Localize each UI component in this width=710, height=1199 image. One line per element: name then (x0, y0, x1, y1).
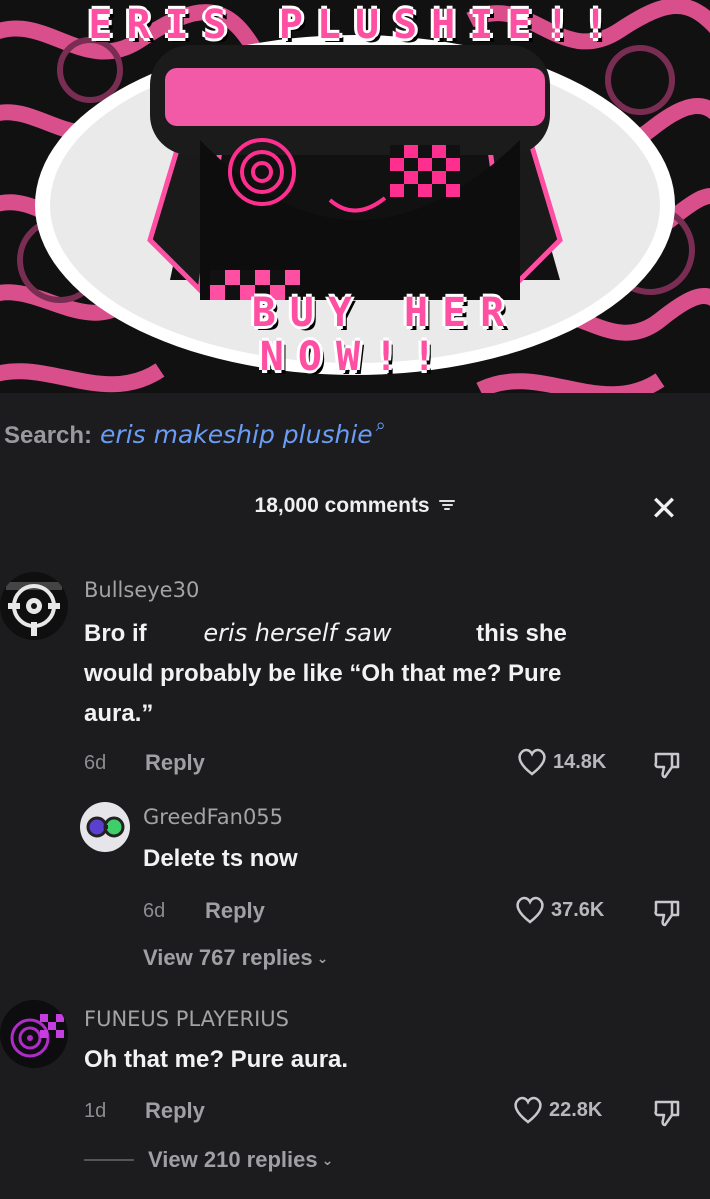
like-button[interactable]: 22.8K (513, 1096, 602, 1124)
avatar[interactable] (0, 572, 68, 640)
heart-icon (514, 1096, 542, 1124)
comments-header: 18,000 comments (0, 494, 710, 518)
chevron-down-icon: ⌄ (321, 1151, 334, 1168)
search-label: Search: (4, 422, 93, 449)
comment-age: 6d (143, 900, 166, 922)
avatar[interactable] (0, 1000, 68, 1068)
view-replies-button[interactable]: View 210 replies ⌄ (84, 1147, 333, 1173)
like-count: 14.8K (553, 750, 607, 773)
search-query-link[interactable]: eris makeship plushie (100, 420, 373, 449)
view-replies-label: View 210 replies (148, 1147, 318, 1172)
heart-icon (518, 748, 546, 776)
banner-cta-line2: NOW!! (259, 334, 451, 380)
promo-banner-image: ERIS PLUSHIE!! BUY HER NOW!! (0, 0, 710, 393)
comment-text: Oh that me? Pure aura. (84, 1046, 349, 1073)
dislike-button[interactable] (652, 750, 682, 785)
reply-button[interactable]: Reply (205, 898, 265, 924)
thread-divider (84, 1159, 134, 1161)
like-count: 37.6K (551, 898, 605, 921)
comment-text: Bro if eris herself saw this she would p… (84, 619, 567, 727)
thumbs-down-icon (654, 1100, 680, 1127)
filter-icon[interactable] (439, 498, 456, 512)
banner-cta-line1: BUY HER (251, 290, 519, 336)
like-button[interactable]: 37.6K (515, 896, 604, 924)
comment-age: 1d (84, 1100, 107, 1122)
plushie-figure (147, 45, 563, 300)
comment-username[interactable]: Bullseye30 (84, 578, 199, 602)
spiral-checker-avatar-icon (10, 1014, 64, 1058)
reply-button[interactable]: Reply (145, 750, 205, 776)
dislike-button[interactable] (652, 898, 682, 933)
like-button[interactable]: 14.8K (517, 748, 606, 776)
comment-username[interactable]: GreedFan055 (143, 805, 283, 829)
goggles-avatar-icon (86, 816, 125, 838)
comment-text: Delete ts now (143, 845, 298, 872)
search-icon: ⌕ (375, 415, 386, 435)
view-replies-button[interactable]: View 767 replies ⌄ (143, 945, 328, 971)
comment-username[interactable]: FUNEUS PLAYERIUS (84, 1007, 289, 1031)
banner-title: ERIS PLUSHIE!! (88, 2, 622, 48)
reply-button[interactable]: Reply (145, 1098, 205, 1124)
comments-count: 18,000 comments (254, 494, 430, 517)
view-replies-label: View 767 replies (143, 945, 313, 970)
dislike-button[interactable] (652, 1098, 682, 1133)
thumbs-down-icon (654, 752, 680, 779)
search-suggestion[interactable]: Search: eris makeship plushie ⌕ (4, 415, 386, 460)
bullseye-avatar-icon (6, 582, 62, 636)
like-count: 22.8K (549, 1098, 603, 1121)
avatar[interactable] (80, 802, 130, 852)
close-icon[interactable]: ✕ (648, 492, 680, 526)
thumbs-down-icon (654, 900, 680, 927)
comment-age: 6d (84, 752, 107, 774)
chevron-down-icon: ⌄ (316, 949, 329, 966)
heart-icon (516, 896, 544, 924)
